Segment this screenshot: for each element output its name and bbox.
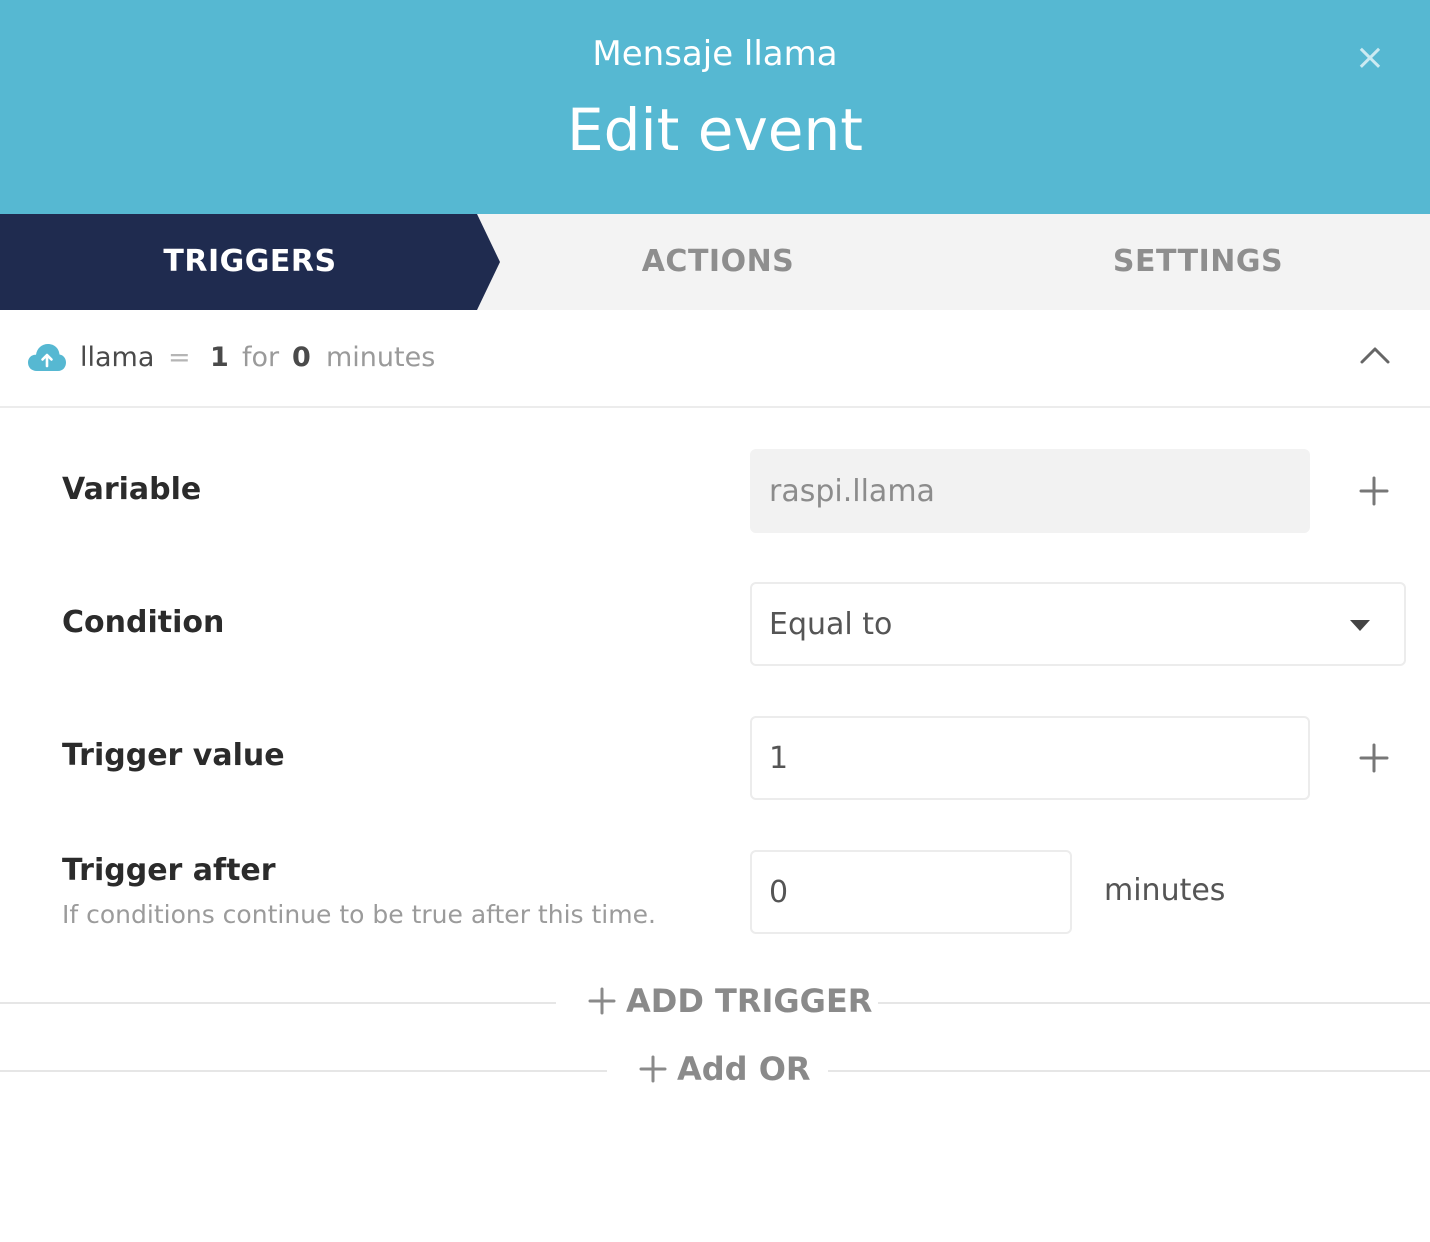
plus-icon bbox=[588, 987, 616, 1015]
trigger-after-help: If conditions continue to be true after … bbox=[62, 900, 656, 929]
add-or-button[interactable]: Add OR bbox=[639, 1050, 811, 1088]
summary-for: for bbox=[242, 342, 280, 373]
close-icon[interactable]: × bbox=[1352, 40, 1388, 76]
trigger-value-input[interactable]: 1 bbox=[750, 716, 1310, 800]
divider bbox=[0, 1002, 556, 1004]
caret-down-icon bbox=[1350, 620, 1370, 631]
condition-select[interactable]: Equal to bbox=[750, 582, 1406, 666]
modal-title: Edit event bbox=[567, 96, 863, 164]
summary-operator: = bbox=[168, 342, 191, 373]
summary-value: 1 bbox=[210, 342, 229, 373]
condition-label: Condition bbox=[62, 605, 225, 640]
add-or-label: Add OR bbox=[677, 1050, 811, 1088]
tab-actions[interactable]: ACTIONS bbox=[478, 214, 958, 310]
tab-triggers[interactable]: TRIGGERS bbox=[0, 214, 500, 310]
tab-bar: TRIGGERS ACTIONS SETTINGS bbox=[0, 214, 1430, 310]
event-name: Mensaje llama bbox=[592, 34, 838, 74]
add-trigger-label: ADD TRIGGER bbox=[626, 982, 873, 1020]
cloud-upload-icon bbox=[28, 344, 66, 371]
variable-field[interactable]: raspi.llama bbox=[750, 449, 1310, 533]
add-trigger-button[interactable]: ADD TRIGGER bbox=[588, 982, 872, 1020]
tab-settings[interactable]: SETTINGS bbox=[958, 214, 1430, 310]
plus-icon bbox=[639, 1055, 667, 1083]
summary-duration: 0 bbox=[292, 342, 311, 373]
summary-unit: minutes bbox=[326, 342, 436, 373]
trigger-value-label: Trigger value bbox=[62, 738, 285, 773]
divider bbox=[828, 1070, 1430, 1072]
chevron-up-icon[interactable] bbox=[1358, 344, 1392, 366]
add-trigger-value-plus-icon[interactable] bbox=[1359, 743, 1389, 773]
trigger-after-input[interactable]: 0 bbox=[750, 850, 1072, 934]
trigger-after-label: Trigger after bbox=[62, 853, 276, 888]
divider bbox=[0, 1070, 607, 1072]
trigger-after-unit: minutes bbox=[1104, 873, 1226, 908]
trigger-summary[interactable]: llama = 1 for 0 minutes bbox=[0, 310, 1430, 408]
add-variable-plus-icon[interactable] bbox=[1359, 476, 1389, 506]
summary-variable: llama bbox=[80, 342, 155, 373]
modal-header: Mensaje llama Edit event × bbox=[0, 0, 1430, 214]
divider bbox=[878, 1002, 1430, 1004]
variable-label: Variable bbox=[62, 472, 202, 507]
